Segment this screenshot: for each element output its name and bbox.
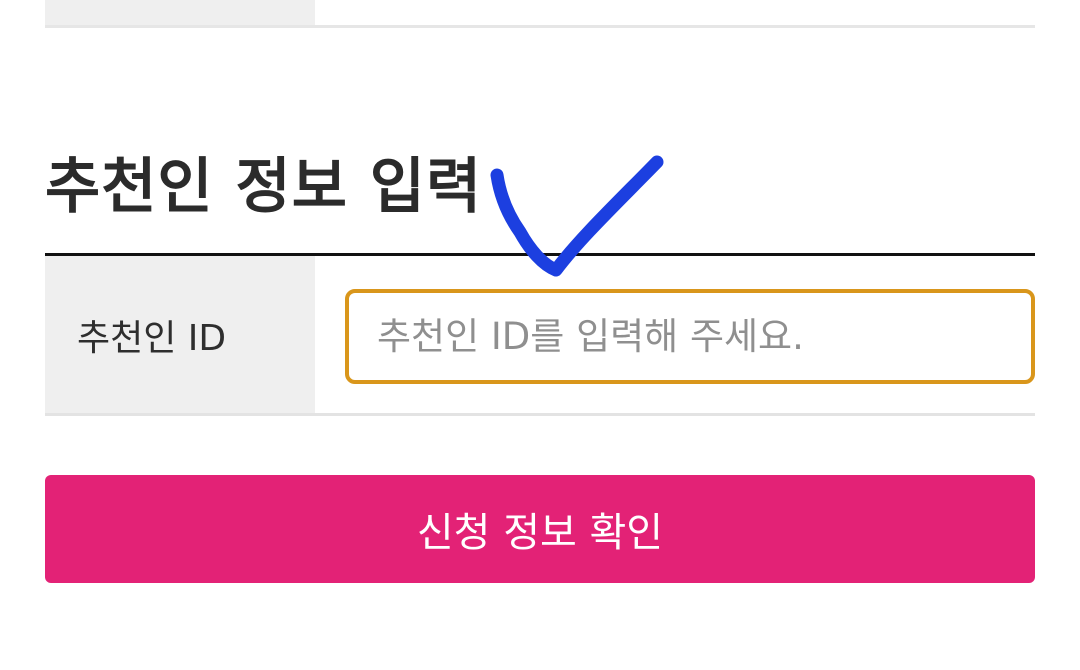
recommender-id-label: 추천인 ID [77, 317, 227, 359]
recommender-id-input[interactable] [345, 289, 1035, 384]
previous-row-label-cell [45, 0, 315, 25]
confirm-application-button[interactable]: 신청 정보 확인 [45, 475, 1035, 583]
recommender-id-label-cell: 추천인 ID [45, 256, 315, 413]
section-title: 추천인 정보 입력 [45, 152, 483, 222]
recommender-form-table: 추천인 ID [45, 253, 1035, 416]
previous-form-row [45, 0, 1035, 28]
recommender-info-page: 추천인 정보 입력 추천인 ID 신청 정보 확인 [0, 0, 1080, 670]
